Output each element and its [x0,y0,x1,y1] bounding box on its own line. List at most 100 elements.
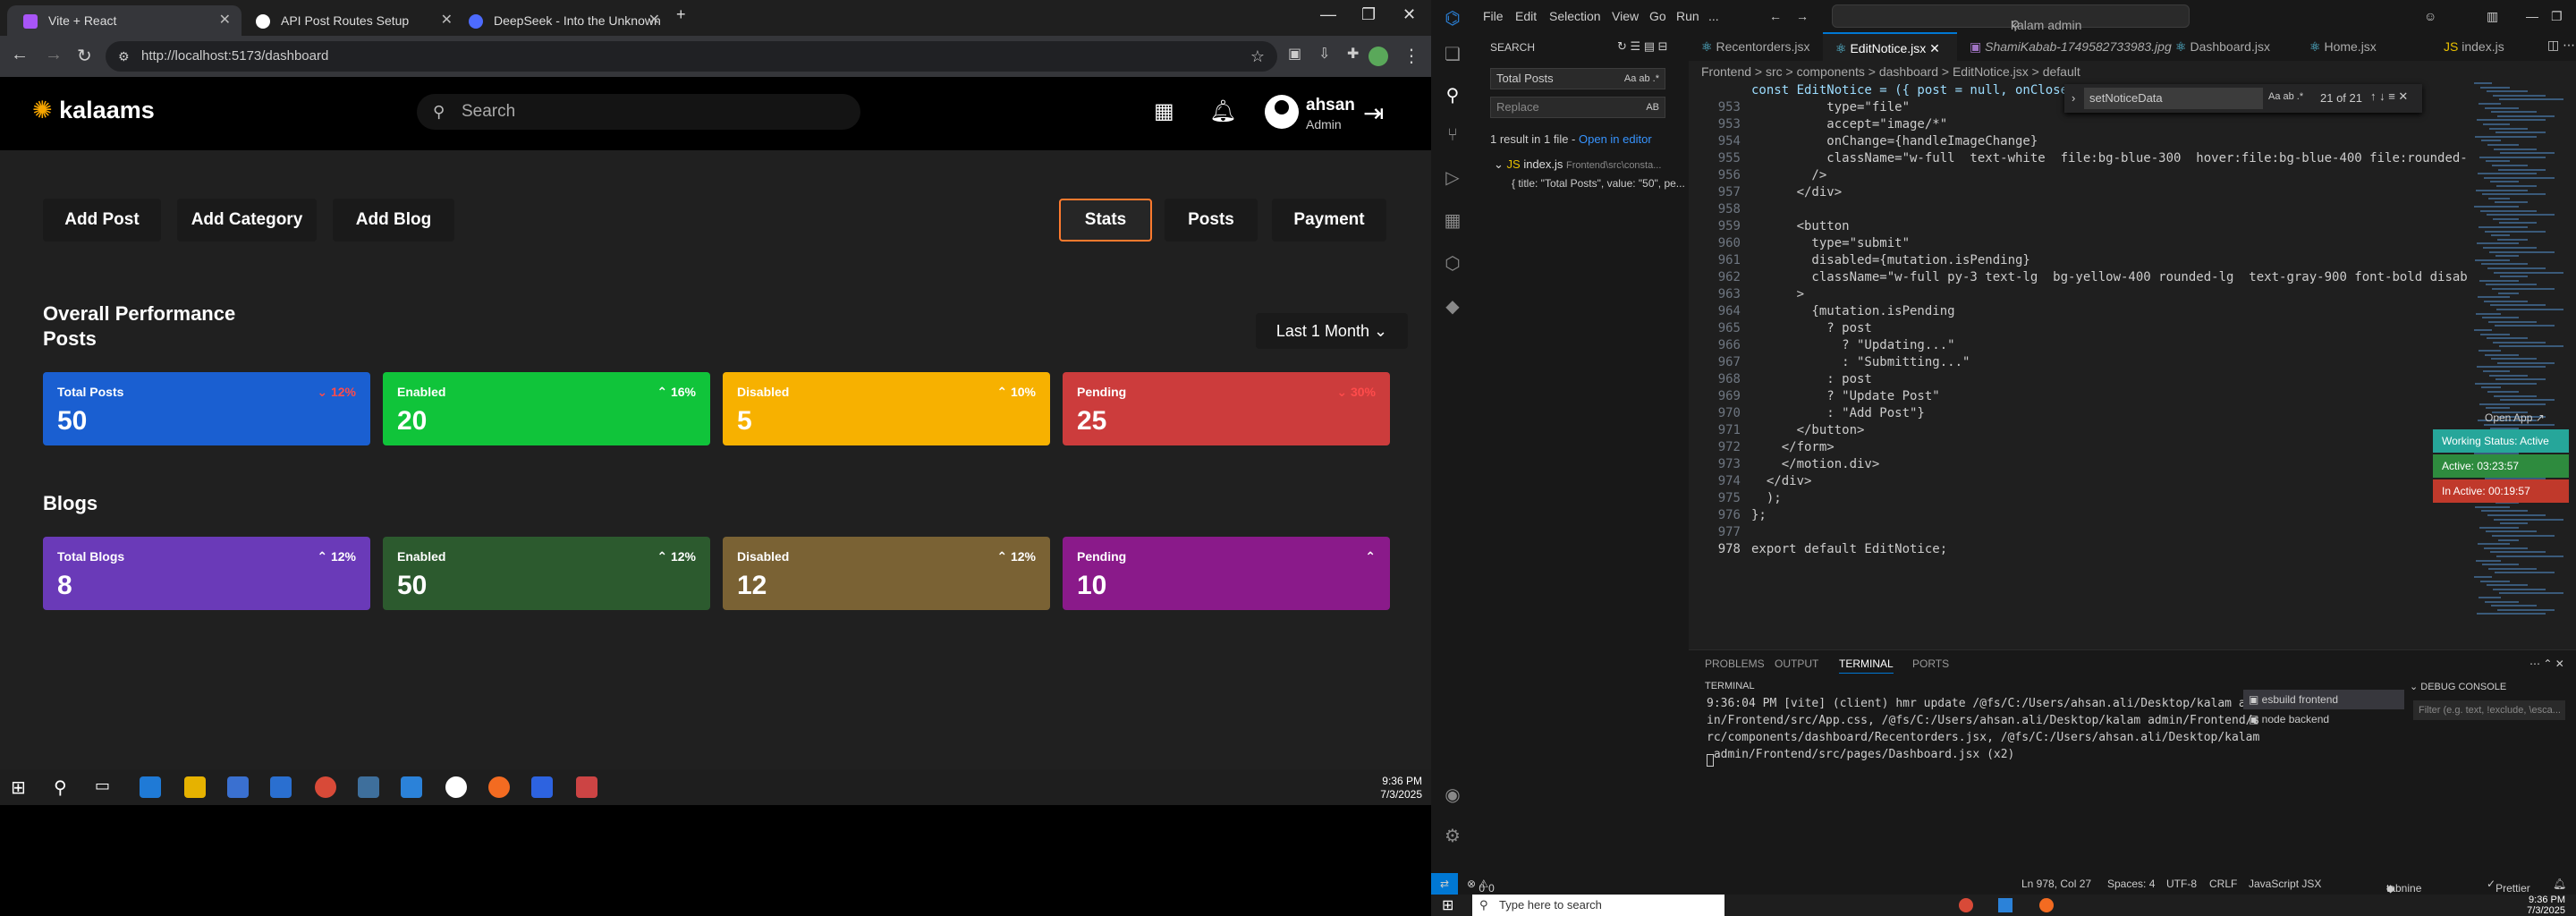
bookmark-star-icon[interactable]: ☆ [1250,41,1265,72]
stat-card[interactable]: Total Posts 50 ⌄ 12% [43,372,370,445]
code-line[interactable]: > [1751,286,1804,303]
eol[interactable]: CRLF [2209,878,2237,890]
menu-dots-icon[interactable]: ⋮ [1402,45,1420,67]
stat-card[interactable]: Pending 25 ⌄ 30% [1063,372,1390,445]
result-match[interactable]: { title: "Total Posts", value: "50", pe.… [1512,177,1687,190]
code-line[interactable]: accept="image/*" [1751,116,1947,133]
profile-avatar[interactable] [1368,47,1388,66]
edge-icon[interactable] [140,776,161,798]
result-file[interactable]: ⌄ JS index.js Frontend\src\consta... [1494,157,1661,172]
terminal-item-frontend[interactable]: ▣ esbuild frontend [2243,690,2404,709]
code-line[interactable]: : "Add Post"} [1751,405,1925,422]
code-line[interactable]: ? "Update Post" [1751,388,1939,405]
chrome-icon[interactable] [1959,898,1973,912]
code-line[interactable]: </motion.div> [1751,456,1880,473]
stat-card[interactable]: Disabled 12 ⌃ 12% [723,537,1050,610]
code-line[interactable]: disabled={mutation.isPending} [1751,252,2029,269]
tab-recentorders[interactable]: ⚛ Recentorders.jsx [1689,32,1823,61]
code-line[interactable]: </form> [1751,439,1835,456]
puzzle-icon[interactable]: ✚ [1347,45,1359,63]
close-window-icon[interactable]: ✕ [1402,5,1416,24]
site-info-icon[interactable]: ⚙ [118,41,130,72]
sticky-scroll-header[interactable]: const EditNotice = ({ post = null, onClo… [1751,82,2114,99]
chevron-right-icon[interactable]: › [2072,91,2075,105]
explorer-icon[interactable]: ❏ [1442,43,1463,64]
code-line[interactable]: : post [1751,371,1872,388]
tab-terminal[interactable]: TERMINAL [1839,657,1894,674]
tab-editnotice[interactable]: ⚛ EditNotice.jsx ✕ [1823,32,1957,61]
remote-icon[interactable]: ⬡ [1442,252,1463,274]
tab-ports[interactable]: PORTS [1912,657,1949,670]
forward-icon[interactable]: → [1796,9,1809,23]
source-control-icon[interactable]: ⑂ [1442,125,1463,147]
account-icon[interactable]: ◉ [1442,784,1463,805]
menu-selection[interactable]: Selection [1549,9,1601,23]
close-icon[interactable]: ✕ [219,5,231,36]
run-debug-icon[interactable]: ▷ [1442,166,1463,188]
menu-run[interactable]: Run [1676,9,1699,23]
download-icon[interactable]: ⇩ [1318,45,1330,63]
code-line[interactable]: </div> [1751,473,1812,490]
remote-indicator-icon[interactable]: ⇄ [1431,873,1458,895]
tab-posts[interactable]: Posts [1165,199,1258,242]
tab-output[interactable]: OUTPUT [1775,657,1818,670]
stat-card[interactable]: Enabled 50 ⌃ 12% [383,537,710,610]
tab-index[interactable]: JS index.js [2431,32,2538,61]
debug-filter-input[interactable]: Filter (e.g. text, !exclude, \esca... [2413,700,2565,720]
close-icon[interactable]: ✕ [1929,41,1940,55]
search-query-input[interactable]: Total Posts Aa ab .* [1490,68,1665,89]
tab-stats[interactable]: Stats [1059,199,1152,242]
problems-indicator[interactable]: ⊗ 0 ⚠ 0 [1467,878,1495,895]
code-line[interactable]: /> [1751,167,1826,184]
logo[interactable]: ✺ kalaams [32,97,155,124]
windows-start-icon[interactable]: ⊞ [1442,896,1453,914]
open-app-link[interactable]: Open App ↗ [2476,406,2574,429]
extensions-icon[interactable]: ▦ [1442,209,1463,231]
minimize-icon[interactable]: — [1320,5,1336,24]
panel-actions-icon[interactable]: ⋯ ⌃ ✕ [2529,657,2564,670]
code-line[interactable]: ); [1751,490,1782,507]
url-field[interactable]: ⚙ http://localhost:5173/dashboard ☆ [106,41,1277,72]
postman-icon[interactable] [488,776,510,798]
terminal-output[interactable]: 9:36:04 PM [vite] (client) hmr update /@… [1707,695,2259,763]
replace-input[interactable]: Replace AB [1490,97,1665,118]
code-line[interactable]: onChange={handleImageChange} [1751,133,2038,150]
encoding[interactable]: UTF-8 [2166,878,2197,890]
taskbar-search-input[interactable]: ⚲ Type here to search [1472,895,1724,916]
stat-card[interactable]: Disabled 5 ⌃ 10% [723,372,1050,445]
code-lines[interactable]: const EditNotice = ({ post = null, onClo… [1689,82,2467,583]
bell-icon[interactable]: 🔔︎ [1209,98,1236,124]
find-nav-icon[interactable]: ↑ ↓ ≡ ✕ [2370,89,2408,104]
code-line[interactable]: type="submit" [1751,235,1910,252]
store-icon[interactable] [227,776,249,798]
close-icon[interactable]: ✕ [648,5,660,36]
find-input[interactable]: setNoticeData [2084,88,2263,109]
add-post-button[interactable]: Add Post [43,199,161,242]
split-editor-icon[interactable]: ◫ ⋯ [2547,38,2575,53]
code-line[interactable]: className="w-full text-white file:bg-blu… [1751,150,2467,167]
code-line[interactable]: {mutation.isPending [1751,303,1954,320]
taskbar-clock[interactable]: 9:36 PM 7/3/2025 [1380,775,1422,802]
period-select[interactable]: Last 1 Month ⌄ [1256,313,1408,349]
search-input[interactable]: ⚲ Search [417,94,860,130]
menu-more[interactable]: ... [1708,9,1719,23]
code-line[interactable]: ? "Updating..." [1751,337,1954,354]
tab-deepseek[interactable]: DeepSeek - Into the Unknown ✕ [453,5,671,36]
windows-start-icon[interactable]: ⊞ [11,776,32,798]
grid-icon[interactable]: ▦ [1154,98,1174,124]
tab-home[interactable]: ⚛ Home.jsx [2297,32,2431,61]
maximize-icon[interactable]: ❐ [1361,5,1376,24]
reload-icon[interactable]: ↻ [77,45,92,67]
preserve-case-icon[interactable]: AB [1646,98,1659,117]
code-line[interactable]: className="w-full py-3 text-lg bg-yellow… [1751,269,2467,286]
back-icon[interactable]: ← [11,45,29,65]
terminal-item-backend[interactable]: ▣ node backend [2243,709,2404,729]
logout-icon[interactable]: ⇥ [1363,98,1384,128]
prettier-status[interactable]: ✓ Prettier [2487,878,2530,895]
command-center[interactable]: ⚲ kalam admin [1832,4,2190,32]
menu-view[interactable]: View [1612,9,1639,23]
search-icon[interactable]: ⚲ [54,776,75,798]
maximize-icon[interactable]: ❐ [2551,9,2563,24]
open-in-editor-link[interactable]: Open in editor [1579,132,1652,146]
tab-api-post-routes[interactable]: API Post Routes Setup ✕ [240,5,463,36]
